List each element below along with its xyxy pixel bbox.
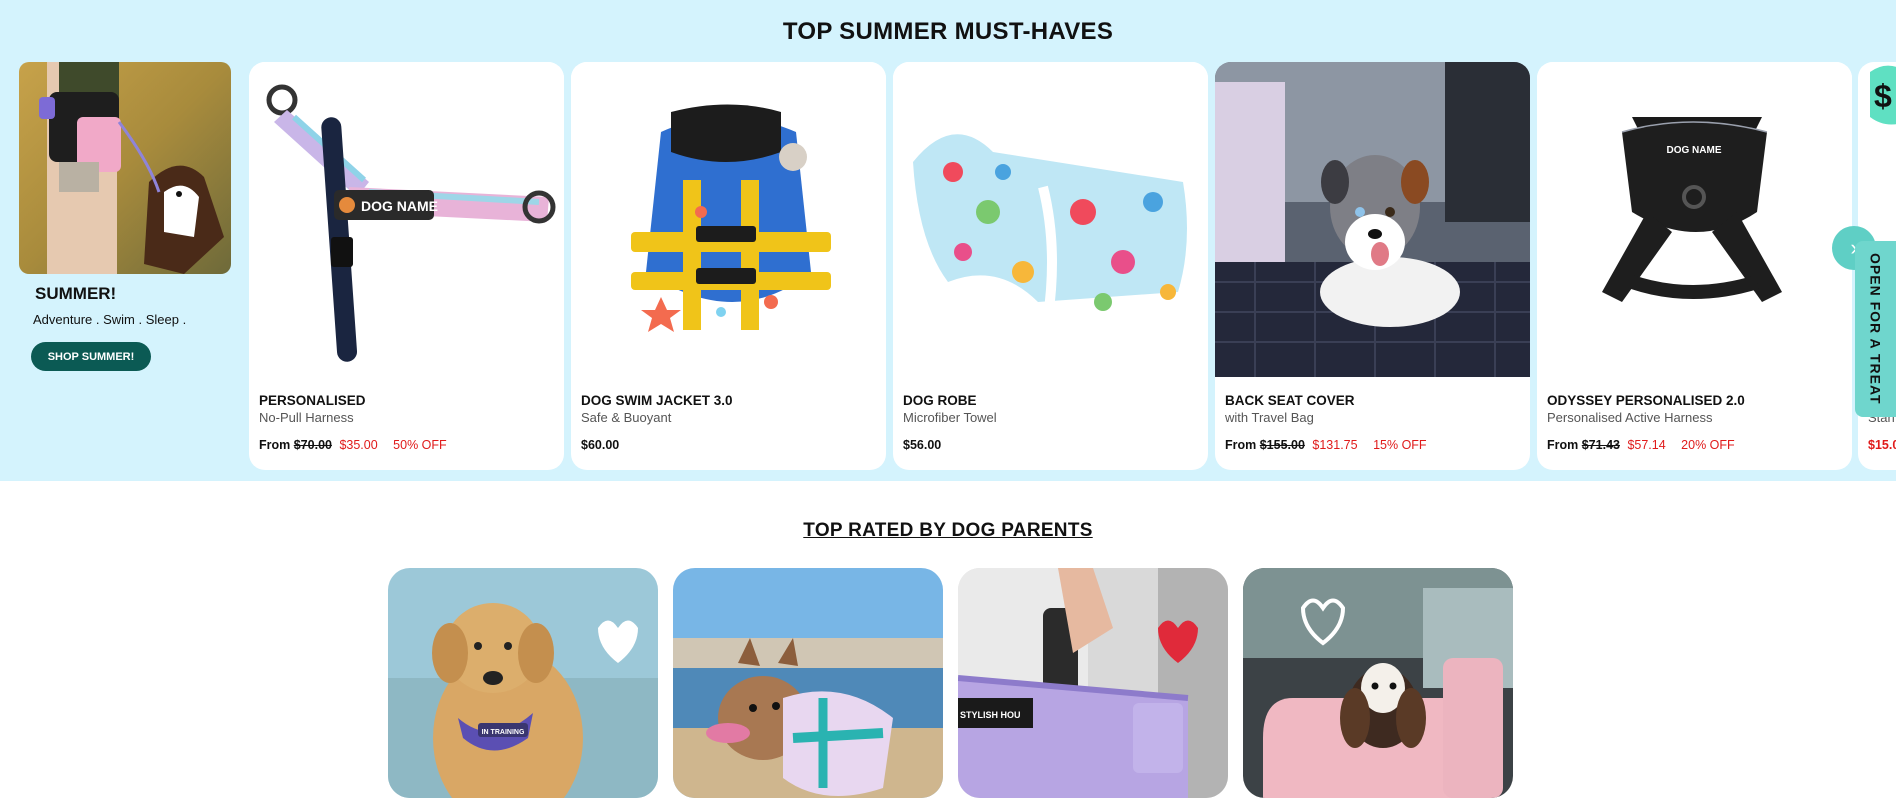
discount-badge: 15% OFF bbox=[1373, 438, 1427, 452]
product-price: From $155.00 $131.75 15% OFF bbox=[1225, 438, 1427, 452]
product-image[interactable] bbox=[893, 62, 1208, 377]
summer-section-title: TOP SUMMER MUST-HAVES bbox=[782, 18, 1114, 45]
product-description: Personalised Active Harness bbox=[1547, 410, 1713, 425]
product-description: with Travel Bag bbox=[1225, 410, 1314, 425]
rated-product-card[interactable] bbox=[673, 568, 943, 798]
price-original: $71.43 bbox=[1581, 438, 1620, 452]
product-card[interactable]: DOG NAME PERSONALISED No-Pull Harness Fr… bbox=[249, 62, 564, 470]
product-name: DOG SWIM JACKET 3.0 bbox=[581, 393, 733, 408]
price-sale: $56.00 bbox=[903, 438, 942, 452]
product-card[interactable]: DOG ROBE Microfiber Towel $56.00 bbox=[893, 62, 1208, 470]
product-name: PERSONALISED bbox=[259, 393, 366, 408]
product-image[interactable]: DOG NAME bbox=[1537, 62, 1852, 377]
product-card[interactable]: DOG NAME ODYSSEY PERSONALISED 2.0 Person… bbox=[1537, 62, 1852, 470]
product-description: Safe & Buoyant bbox=[581, 410, 672, 425]
harness-training-text: IN TRAINING bbox=[482, 729, 525, 736]
bag-brand-text: STYLISH HOU bbox=[960, 710, 1021, 720]
product-image[interactable] bbox=[1215, 62, 1530, 377]
summer-promo-image[interactable] bbox=[19, 62, 231, 274]
price-sale: $35.00 bbox=[339, 438, 378, 452]
price-from-label: From bbox=[1547, 438, 1579, 452]
price-original: $155.00 bbox=[1259, 438, 1305, 452]
product-price: From $70.00 $35.00 50% OFF bbox=[259, 438, 447, 452]
price-sale: $60.00 bbox=[581, 438, 620, 452]
rated-product-card[interactable]: STYLISH HOU bbox=[958, 568, 1228, 798]
open-for-a-treat-tab[interactable]: OPEN FOR A TREAT bbox=[1855, 241, 1896, 417]
discount-badge: 20% OFF bbox=[1681, 438, 1735, 452]
price-from-label: From bbox=[1225, 438, 1257, 452]
product-price: $56.00 bbox=[903, 438, 941, 452]
treat-tab-label: OPEN FOR A TREAT bbox=[1867, 253, 1884, 405]
rated-product-card[interactable] bbox=[1243, 568, 1513, 798]
product-card[interactable]: DOG SWIM JACKET 3.0 Safe & Buoyant $60.0… bbox=[571, 62, 886, 470]
top-rated-title[interactable]: TOP RATED BY DOG PARENTS bbox=[0, 520, 1896, 542]
product-image[interactable]: DOG NAME bbox=[249, 62, 564, 377]
discount-badge: 50% OFF bbox=[393, 438, 447, 452]
product-image[interactable] bbox=[571, 62, 886, 377]
product-name: BACK SEAT COVER bbox=[1225, 393, 1355, 408]
product-description: Microfiber Towel bbox=[903, 410, 997, 425]
harness-name-tag: DOG NAME bbox=[361, 198, 438, 214]
promo-title: SUMMER! bbox=[35, 284, 117, 303]
price-sale: $131.75 bbox=[1312, 438, 1358, 452]
promo-subtitle: Adventure . Swim . Sleep . bbox=[33, 312, 187, 327]
product-price: From $71.43 $57.14 20% OFF bbox=[1547, 438, 1735, 452]
rated-product-card[interactable]: IN TRAINING bbox=[388, 568, 658, 798]
shop-summer-button[interactable]: SHOP SUMMER! bbox=[31, 342, 151, 371]
product-price: $15.0 bbox=[1868, 438, 1896, 452]
product-name: DOG ROBE bbox=[903, 393, 977, 408]
product-name: ODYSSEY PERSONALISED 2.0 bbox=[1547, 393, 1745, 408]
price-from-label: From bbox=[259, 438, 291, 452]
svg-text:$: $ bbox=[1874, 78, 1892, 114]
odyssey-name-tag: DOG NAME bbox=[1667, 145, 1722, 156]
price-sale: $57.14 bbox=[1627, 438, 1666, 452]
product-description: No-Pull Harness bbox=[259, 410, 354, 425]
product-card[interactable]: BACK SEAT COVER with Travel Bag From $15… bbox=[1215, 62, 1530, 470]
product-price: $60.00 bbox=[581, 438, 619, 452]
price-original: $70.00 bbox=[293, 438, 332, 452]
